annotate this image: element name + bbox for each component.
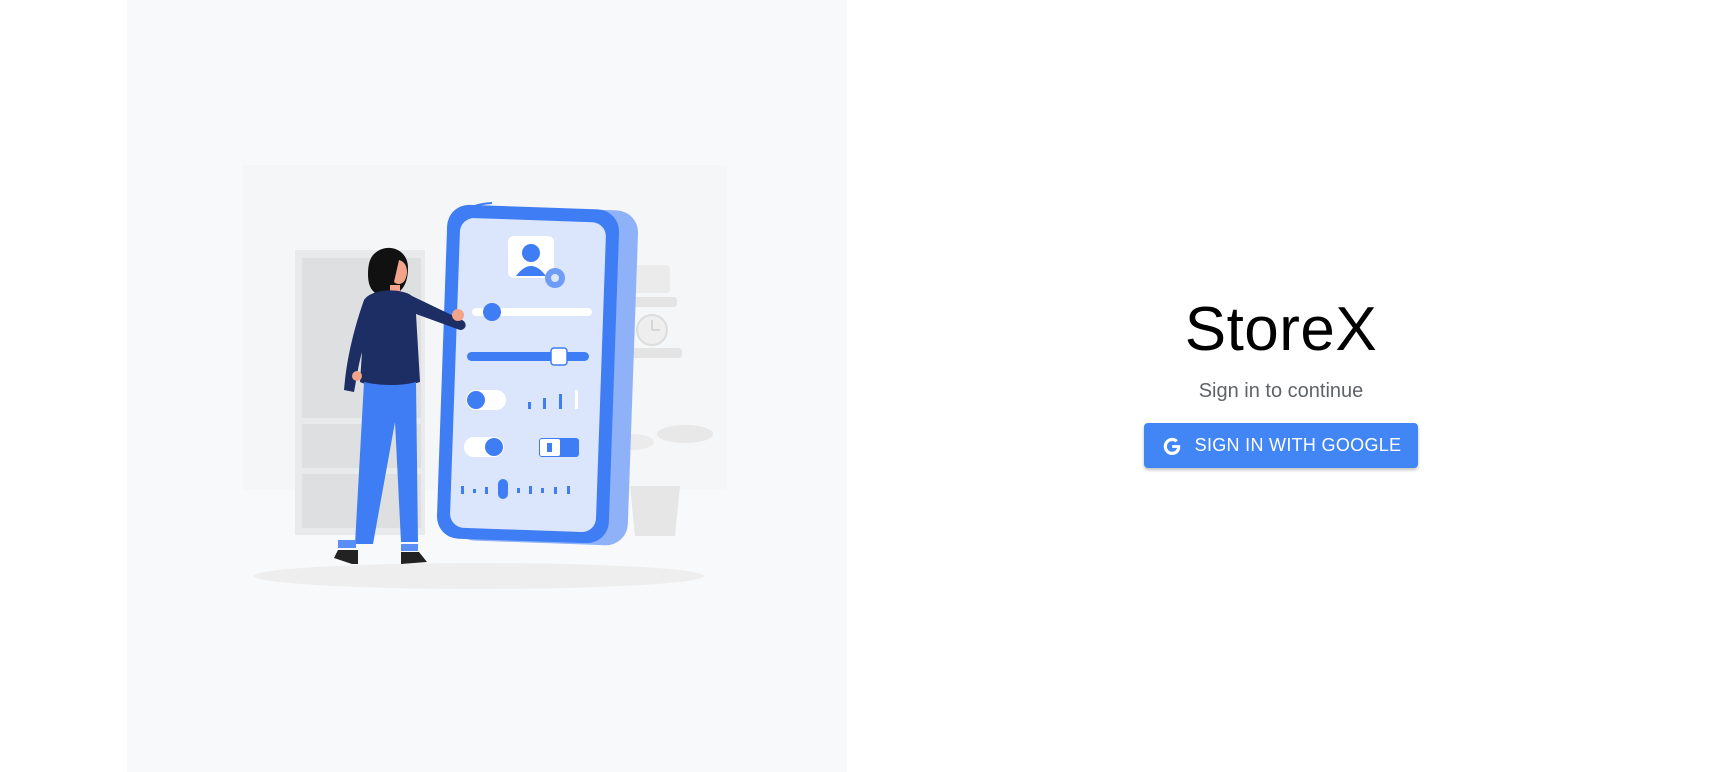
app-title: StoreX (1184, 295, 1378, 364)
google-g-icon (1161, 435, 1183, 457)
sign-in-card: StoreX Sign in to continue SIGN IN WITH … (847, 290, 1715, 468)
google-button-label: SIGN IN WITH GOOGLE (1194, 435, 1402, 455)
auth-panel: StoreX Sign in to continue SIGN IN WITH … (847, 0, 1715, 772)
sign-in-with-google-button[interactable]: SIGN IN WITH GOOGLE (1144, 423, 1418, 468)
sign-in-page: StoreX Sign in to continue SIGN IN WITH … (0, 0, 1715, 772)
sign-in-subtitle: Sign in to continue (1198, 380, 1364, 402)
person-configuring-phone-illustration (242, 165, 727, 589)
illustration-panel (127, 0, 847, 772)
